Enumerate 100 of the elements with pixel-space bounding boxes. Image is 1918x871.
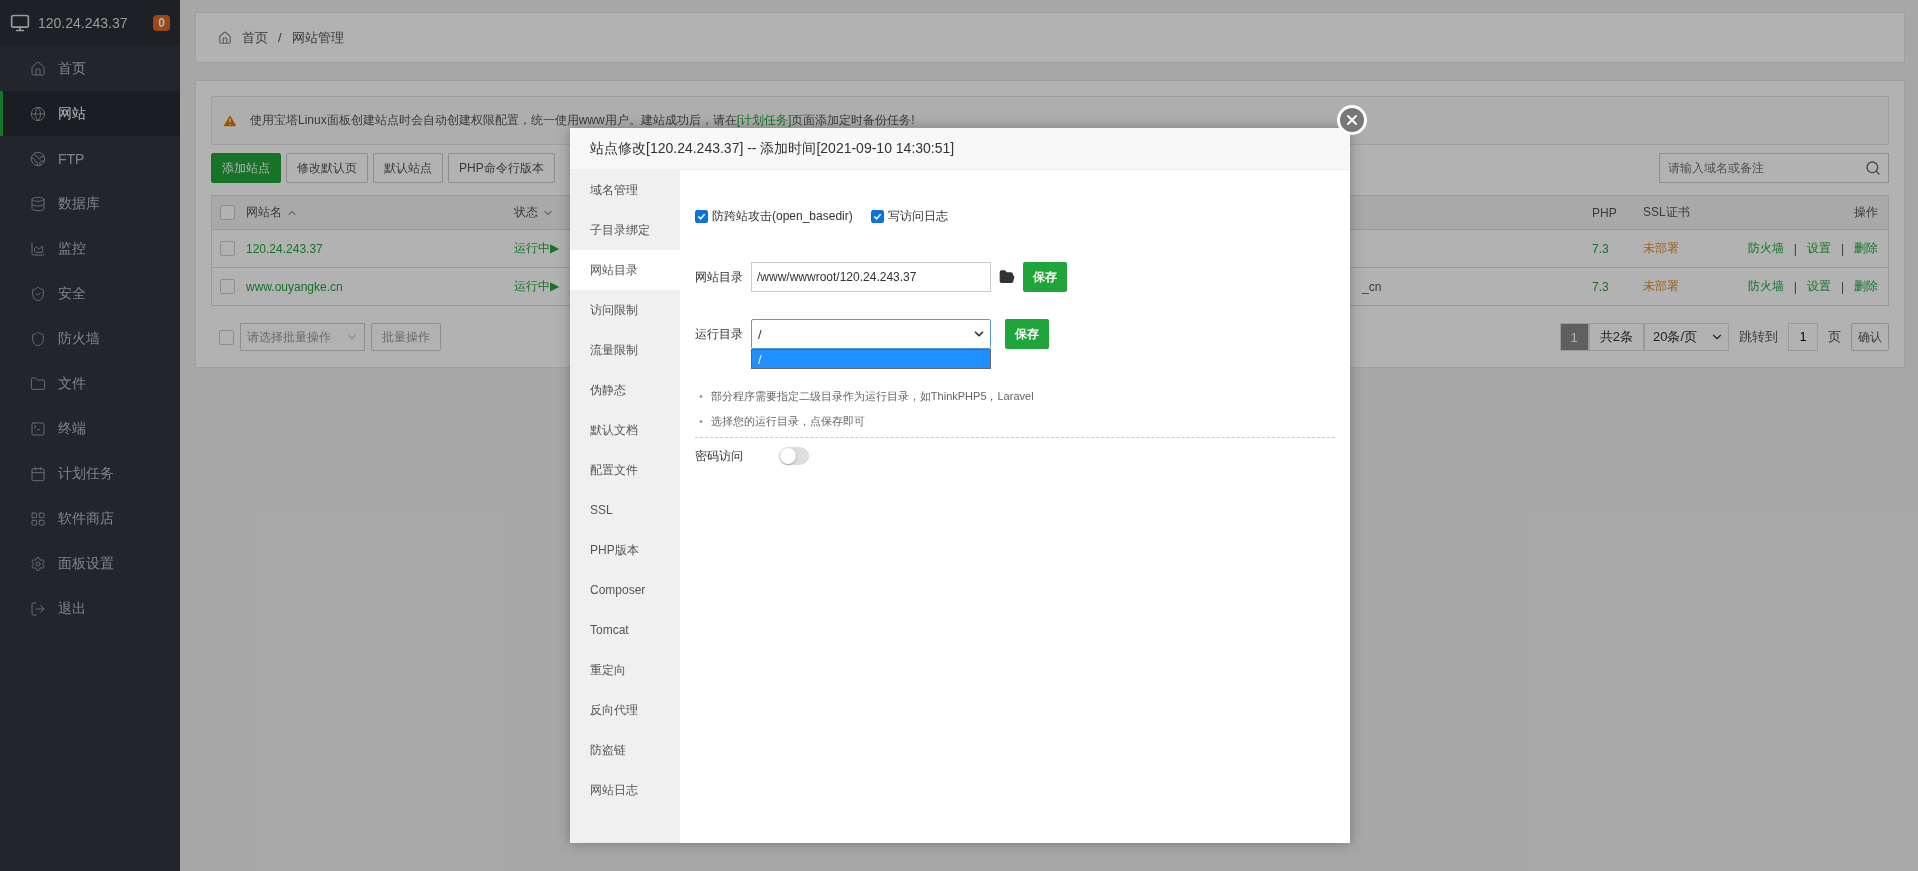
sidebar-item[interactable]: 面板设置 (0, 541, 180, 586)
globe-stand-icon (30, 150, 46, 167)
site-name-link[interactable]: 120.24.243.37 (246, 241, 514, 256)
menu-item[interactable]: 重定向 (570, 650, 680, 690)
toolbar-button[interactable]: 添加站点 (211, 153, 281, 183)
checkbox[interactable] (870, 209, 884, 223)
database-icon (30, 195, 46, 212)
page-input[interactable]: 1 (1788, 323, 1818, 351)
action-link[interactable]: 删除 (1854, 240, 1878, 257)
page-size-select[interactable]: 20条/页 (1644, 323, 1729, 351)
sidebar-item[interactable]: 文件 (0, 361, 180, 406)
menu-item[interactable]: 伪静态 (570, 370, 680, 410)
field-label: 运行目录 (695, 325, 743, 343)
toolbar-button[interactable]: PHP命令行版本 (448, 153, 555, 183)
folder-icon[interactable] (999, 269, 1015, 285)
sidebar-item[interactable]: FTP (0, 136, 180, 181)
jump-label: 跳转到 (1739, 328, 1778, 346)
menu-item[interactable]: PHP版本 (570, 530, 680, 570)
action-link[interactable]: 设置 (1806, 278, 1831, 295)
bullet: • (699, 388, 703, 404)
sidebar-item[interactable]: 计划任务 (0, 451, 180, 496)
grid-icon (30, 510, 46, 527)
page-number[interactable]: 1 (1559, 323, 1589, 351)
save-button[interactable]: 保存 (1023, 262, 1067, 292)
search-icon[interactable] (1865, 160, 1881, 176)
checkbox[interactable] (695, 209, 708, 223)
field-label: 密码访问 (695, 447, 743, 465)
menu-item[interactable]: 默认文档 (570, 410, 680, 450)
shield-check-icon (30, 285, 46, 302)
menu-item[interactable]: Composer (570, 570, 680, 610)
monitor-icon (10, 13, 30, 33)
separator: | (1793, 279, 1797, 294)
tip-text: 选择您的运行目录，点保存即可 (710, 413, 865, 429)
php-version-link[interactable]: 7.3 (1592, 241, 1643, 256)
checkbox-label: 写访问日志 (887, 207, 948, 225)
sidebar-item[interactable]: 退出 (0, 586, 180, 631)
globe-icon (30, 105, 46, 122)
menu-item[interactable]: 网站日志 (570, 770, 680, 810)
sidebar-item[interactable]: 安全 (0, 271, 180, 316)
checkbox[interactable] (220, 279, 235, 294)
site-directory-field[interactable]: /www/wwwroot/120.24.243.37 (751, 262, 991, 292)
schedule-link[interactable]: [计划任务] (736, 113, 792, 127)
column-header: PHP (1592, 205, 1618, 220)
menu-item[interactable]: Tomcat (570, 610, 680, 650)
menu-item[interactable]: 反向代理 (570, 690, 680, 730)
folder-icon (30, 375, 46, 392)
toggle-switch[interactable] (779, 447, 809, 465)
sidebar-item[interactable]: 监控 (0, 226, 180, 271)
site-name-link[interactable]: www.ouyangke.cn (246, 279, 514, 294)
settings-icon (30, 555, 46, 572)
sidebar-item[interactable]: 首页 (0, 46, 180, 91)
checkbox[interactable] (220, 241, 235, 256)
menu-item[interactable]: 配置文件 (570, 450, 680, 490)
notice-text: 使用宝塔Linux面板创建站点时会自动创建权限配置，统一使用www用户。建站成功后，请在[计划任务]页面添加定时备份任务! (250, 112, 915, 129)
sidebar-item[interactable]: 终端 (0, 406, 180, 451)
menu-item[interactable]: SSL (570, 490, 680, 530)
total-count: 共2条 (1588, 323, 1644, 351)
ssl-status-link[interactable]: 未部署 (1643, 278, 1743, 295)
menu-item[interactable]: 访问限制 (570, 290, 680, 330)
action-link[interactable]: 防火墙 (1747, 240, 1784, 257)
separator: | (1840, 241, 1844, 256)
column-header[interactable]: 网站名 (246, 204, 514, 221)
batch-select[interactable]: 请选择批量操作 (240, 323, 365, 351)
calendar-icon (30, 465, 46, 482)
dropdown-option[interactable]: / (752, 350, 990, 368)
column-header: SSL证书 (1643, 204, 1691, 221)
toolbar-button[interactable]: 修改默认页 (286, 153, 368, 183)
sidebar-item[interactable]: 软件商店 (0, 496, 180, 541)
server-address: 120.24.243.37 (38, 15, 129, 31)
field-label: 网站目录 (695, 268, 743, 286)
action-link[interactable]: 删除 (1854, 278, 1878, 295)
batch-button[interactable]: 批量操作 (371, 323, 441, 351)
page-unit: 页 (1828, 328, 1841, 346)
bullet: • (699, 413, 703, 429)
breadcrumb-item[interactable]: 首页 (242, 28, 268, 47)
checkbox[interactable] (220, 205, 235, 220)
logout-icon (30, 600, 46, 617)
save-button[interactable]: 保存 (1005, 319, 1049, 349)
column-header: 操作 (1853, 204, 1879, 221)
home-icon (30, 60, 46, 77)
toolbar-button[interactable]: 默认站点 (373, 153, 443, 183)
sidebar-item[interactable]: 数据库 (0, 181, 180, 226)
warning-icon (222, 112, 238, 129)
menu-item[interactable]: 防盗链 (570, 730, 680, 770)
menu-item[interactable]: 网站目录 (570, 250, 680, 290)
action-link[interactable]: 防火墙 (1747, 278, 1784, 295)
ssl-status-link[interactable]: 未部署 (1643, 240, 1743, 257)
run-directory-select[interactable]: / (751, 319, 991, 349)
menu-item[interactable]: 流量限制 (570, 330, 680, 370)
sidebar-item[interactable]: 防火墙 (0, 316, 180, 361)
shield-icon (30, 330, 46, 347)
confirm-button[interactable]: 确认 (1851, 323, 1889, 351)
message-count-badge[interactable]: 0 (153, 15, 170, 31)
separator: | (1840, 279, 1844, 294)
sidebar-item[interactable]: 网站 (0, 91, 180, 136)
search-field[interactable]: 请输入域名或备注 (1659, 153, 1889, 183)
action-link[interactable]: 设置 (1806, 240, 1831, 257)
php-version-link[interactable]: 7.3 (1592, 279, 1643, 294)
chart-icon (30, 240, 46, 257)
checkbox[interactable] (219, 329, 234, 345)
